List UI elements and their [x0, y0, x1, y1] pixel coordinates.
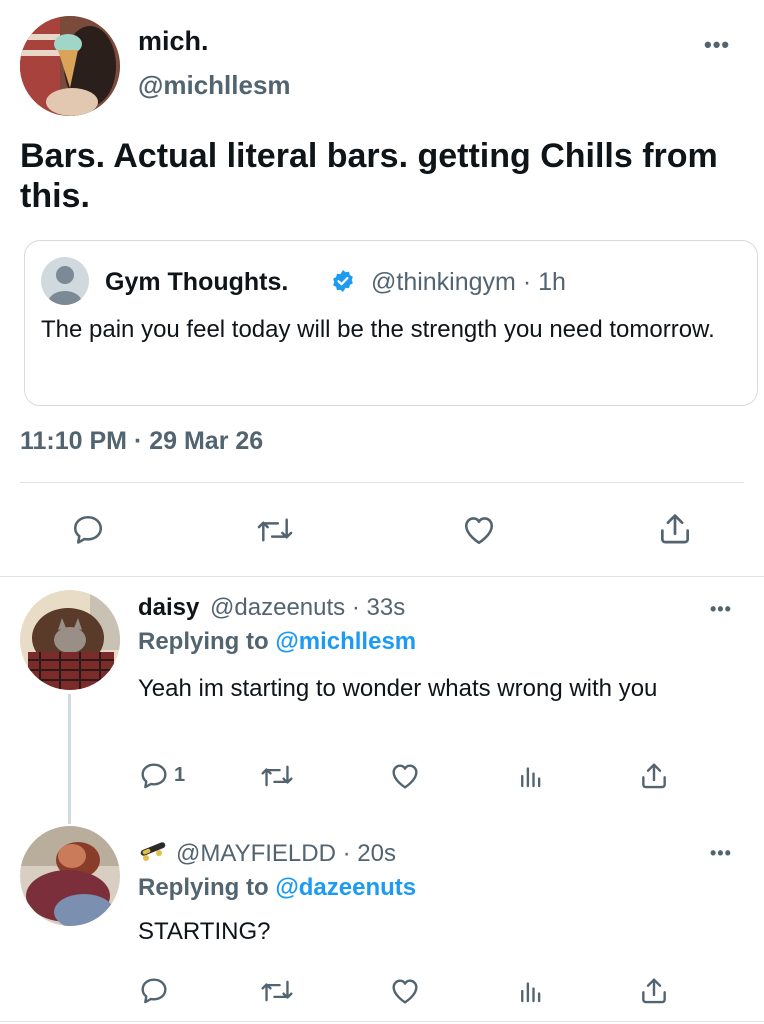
reply-button[interactable]	[138, 975, 170, 1007]
handle[interactable]: @michllesm	[138, 70, 291, 101]
reply-icon	[141, 763, 167, 789]
reply-button[interactable]	[70, 512, 106, 548]
like-button[interactable]	[388, 975, 422, 1007]
analytics-button[interactable]	[516, 975, 546, 1007]
reply-header: @MAYFIELDD · 20s	[176, 840, 396, 868]
retweet-icon	[261, 980, 293, 1002]
quoted-text: The pain you feel today will be the stre…	[41, 316, 715, 343]
thread-line	[68, 694, 71, 824]
retweet-icon	[261, 765, 293, 787]
avatar-image	[20, 590, 120, 690]
tweet-text: Bars. Actual literal bars. getting Chill…	[20, 137, 718, 215]
display-name[interactable]: mich.	[138, 26, 209, 57]
reply-text: Yeah im starting to wonder whats wrong w…	[138, 675, 658, 702]
replying-to: Replying to @michllesm	[138, 628, 416, 656]
replying-to-label: Replying to	[138, 874, 269, 901]
more-options-button[interactable]: •••	[710, 844, 732, 862]
quoted-display-name: Gym Thoughts.	[105, 268, 289, 296]
share-button[interactable]	[656, 510, 694, 548]
reply-header: daisy @dazeenuts · 33s	[138, 594, 405, 622]
retweet-button[interactable]	[260, 760, 294, 792]
avatar-image	[20, 16, 120, 116]
reply-icon	[141, 978, 167, 1004]
reply-display-name[interactable]: daisy	[138, 594, 199, 621]
share-icon	[660, 514, 690, 544]
divider	[0, 1021, 764, 1022]
replying-to-link[interactable]: @dazeenuts	[275, 874, 416, 901]
avatar-image	[20, 826, 120, 926]
verified-badge-icon	[331, 269, 355, 293]
analytics-icon	[521, 767, 541, 788]
share-button[interactable]	[638, 975, 670, 1007]
quoted-avatar	[41, 257, 89, 305]
quoted-handle-time: @thinkingym · 1h	[371, 268, 566, 296]
share-button[interactable]	[638, 760, 670, 792]
avatar-mayfieldd[interactable]	[20, 826, 120, 926]
like-icon	[464, 517, 494, 545]
avatar-michllesm[interactable]	[20, 16, 120, 116]
reply-icon	[73, 515, 103, 544]
share-icon	[642, 763, 666, 789]
replying-to: Replying to @dazeenuts	[138, 874, 416, 902]
quoted-tweet-card[interactable]: Gym Thoughts. @thinkingym · 1h The pain …	[24, 240, 758, 406]
default-profile-icon	[48, 266, 82, 305]
retweet-icon	[257, 518, 293, 542]
reply-handle-time[interactable]: @dazeenuts · 33s	[210, 594, 405, 621]
like-button[interactable]	[388, 760, 422, 792]
reply-button[interactable]	[138, 760, 170, 792]
retweet-button[interactable]	[256, 512, 294, 548]
like-button[interactable]	[460, 512, 498, 548]
analytics-button[interactable]	[516, 760, 546, 792]
timestamp[interactable]: 11:10 PM · 29 Mar 26	[20, 427, 263, 456]
reply-handle-time[interactable]: @MAYFIELDD · 20s	[176, 840, 396, 867]
like-icon	[392, 764, 418, 789]
replying-to-link[interactable]: @michllesm	[275, 628, 416, 655]
divider	[0, 576, 764, 577]
reply-count: 1	[174, 764, 186, 786]
analytics-icon	[521, 982, 541, 1003]
more-options-button[interactable]: •••	[710, 600, 732, 618]
reply-text: STARTING?	[138, 918, 271, 945]
like-icon	[392, 979, 418, 1004]
more-options-button[interactable]: •••	[704, 34, 730, 56]
skateboard-icon	[138, 840, 168, 864]
share-icon	[642, 978, 666, 1004]
avatar-dazeenuts[interactable]	[20, 590, 120, 690]
divider	[20, 482, 744, 483]
retweet-button[interactable]	[260, 975, 294, 1007]
replying-to-label: Replying to	[138, 628, 269, 655]
